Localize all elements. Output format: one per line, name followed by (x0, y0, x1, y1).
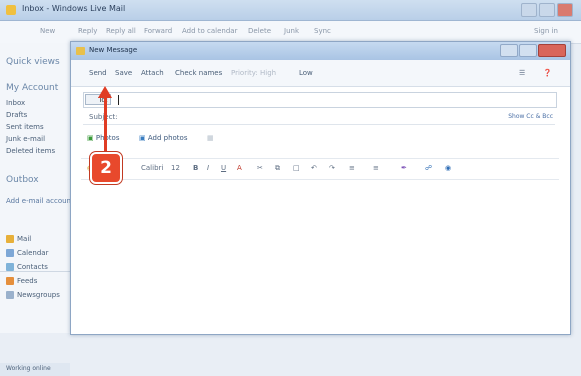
minimize-button[interactable] (521, 3, 537, 17)
message-toolbar: Send Save Attach Check names Priority: H… (71, 60, 570, 87)
folder-deleted[interactable]: Deleted items (6, 147, 55, 155)
send-button[interactable]: Send (89, 69, 107, 77)
menu-icon[interactable]: ☰ (519, 69, 525, 77)
quick-views-heading[interactable]: Quick views (6, 57, 60, 67)
outer-titlebar: Inbox - Windows Live Mail (0, 0, 581, 21)
formatting-toolbar: ◉ Calibri 12 B I U A ✂ ⧉ □ ↶ ↷ ≡ ≡ ✒ ☍ ◉ (81, 158, 559, 180)
nav-contacts-label: Contacts (17, 263, 48, 271)
redo-icon[interactable]: ↷ (329, 164, 335, 172)
attach-button[interactable]: Attach (141, 69, 164, 77)
step-number-badge: 2 (90, 152, 122, 184)
toolbar-reply[interactable]: Reply (78, 27, 97, 35)
toolbar-sync[interactable]: Sync (314, 27, 331, 35)
toolbar-sign-in[interactable]: Sign in (534, 27, 558, 35)
spelling-icon[interactable]: ◉ (445, 164, 451, 172)
link-icon[interactable]: ☍ (425, 164, 432, 172)
priority-low-button[interactable]: Low (299, 69, 313, 77)
add-photos-icon: ▣ (139, 134, 146, 142)
folder-pane: Quick views My Account Inbox Drafts Sent… (0, 43, 74, 376)
new-message-window: New Message Send Save Attach Check names… (70, 41, 571, 335)
nav-calendar[interactable]: Calendar (6, 249, 48, 257)
callout-arrow (104, 96, 107, 156)
nav-feeds[interactable]: Feeds (6, 277, 37, 285)
nav-feeds-label: Feeds (17, 277, 38, 285)
message-minimize-button[interactable] (500, 44, 518, 57)
photos-label: Photos (95, 134, 120, 142)
outer-window-controls (521, 3, 573, 17)
attach-row: ▣ Photos ▣ Add photos ▦ (83, 130, 555, 146)
maximize-button[interactable] (539, 3, 555, 17)
copy-icon[interactable]: ⧉ (275, 164, 280, 173)
new-message-icon (76, 47, 85, 55)
toolbar-forward[interactable]: Forward (144, 27, 172, 35)
calendar-icon (6, 249, 14, 257)
newsgroups-icon (6, 291, 14, 299)
outer-window-title: Inbox - Windows Live Mail (22, 4, 126, 13)
add-photos-button[interactable]: ▣ Add photos (139, 134, 187, 142)
font-color-button[interactable]: A (237, 164, 242, 172)
mail-app-icon (6, 5, 16, 15)
underline-button[interactable]: U (221, 164, 226, 172)
size-dropdown[interactable]: 12 (171, 164, 180, 172)
priority-high-button[interactable]: Priority: High (231, 69, 276, 77)
layout-icon[interactable]: ▦ (207, 134, 214, 142)
status-text: Working online (6, 365, 51, 372)
message-window-controls (500, 44, 566, 57)
contacts-icon (6, 263, 14, 271)
toolbar-add-calendar[interactable]: Add to calendar (182, 27, 237, 35)
add-photos-label: Add photos (147, 134, 188, 142)
highlight-icon[interactable]: ✒ (401, 164, 407, 172)
message-body[interactable] (81, 180, 559, 330)
numbering-icon[interactable]: ≡ (373, 164, 379, 172)
toolbar-reply-all[interactable]: Reply all (106, 27, 136, 35)
status-bar: Working online (0, 363, 70, 376)
photos-icon: ▣ (87, 134, 94, 142)
folder-inbox[interactable]: Inbox (6, 99, 25, 107)
pane-divider (0, 271, 70, 272)
bold-button[interactable]: B (193, 164, 198, 172)
message-close-button[interactable] (538, 44, 566, 57)
nav-newsgroups[interactable]: Newsgroups (6, 291, 60, 299)
nav-calendar-label: Calendar (17, 249, 49, 257)
to-field-row: To: (83, 92, 557, 108)
mail-icon (6, 235, 14, 243)
bullets-icon[interactable]: ≡ (349, 164, 355, 172)
help-icon[interactable]: ❓ (543, 69, 552, 77)
font-dropdown[interactable]: Calibri (141, 164, 163, 172)
check-names-button[interactable]: Check names (175, 69, 222, 77)
nav-contacts[interactable]: Contacts (6, 263, 48, 271)
show-cc-bcc-link[interactable]: Show Cc & Bcc (508, 113, 553, 120)
paste-icon[interactable]: □ (293, 164, 300, 172)
subject-row[interactable]: Subject: Show Cc & Bcc (83, 110, 555, 125)
save-button[interactable]: Save (115, 69, 132, 77)
nav-newsgroups-label: Newsgroups (17, 291, 60, 299)
toolbar-junk[interactable]: Junk (284, 27, 299, 35)
text-cursor (118, 95, 119, 105)
cut-icon[interactable]: ✂ (257, 164, 263, 172)
folder-junk[interactable]: Junk e-mail (6, 135, 45, 143)
outbox-folder[interactable]: Outbox (6, 175, 39, 185)
message-titlebar: New Message (71, 42, 570, 60)
toolbar-delete[interactable]: Delete (248, 27, 271, 35)
toolbar-new[interactable]: New (40, 27, 55, 35)
add-email-link[interactable]: Add e-mail account (6, 197, 74, 205)
folder-drafts[interactable]: Drafts (6, 111, 27, 119)
message-window-title: New Message (89, 46, 138, 54)
message-maximize-button[interactable] (519, 44, 537, 57)
account-heading[interactable]: My Account (6, 83, 58, 93)
nav-mail[interactable]: Mail (6, 235, 31, 243)
italic-button[interactable]: I (207, 164, 209, 172)
nav-mail-label: Mail (17, 235, 32, 243)
close-button[interactable] (557, 3, 573, 17)
undo-icon[interactable]: ↶ (311, 164, 317, 172)
feeds-icon (6, 277, 14, 285)
folder-sent[interactable]: Sent items (6, 123, 44, 131)
